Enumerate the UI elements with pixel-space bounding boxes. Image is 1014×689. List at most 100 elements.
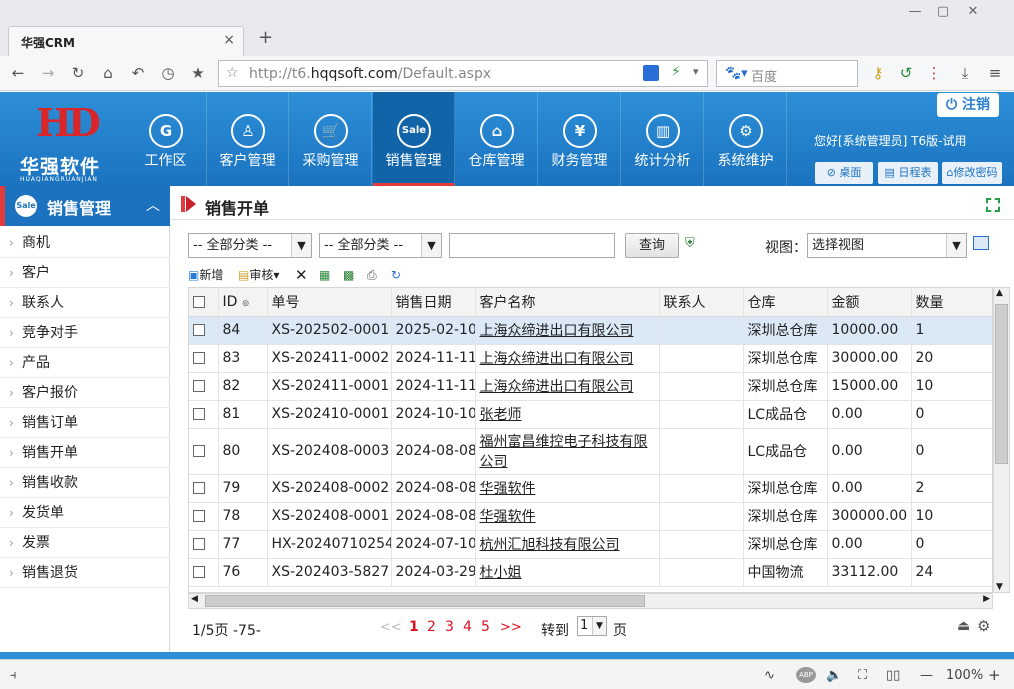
table-row[interactable]: 79 XS-202408-0002 2024-08-08 华强软件 深圳总仓库 0.00 2 [189, 474, 992, 503]
maximize-icon[interactable]: ▢ [932, 4, 954, 20]
url-dropdown-icon[interactable]: ▾ [693, 65, 699, 78]
import-icon[interactable]: ▦ [319, 266, 330, 284]
table-row[interactable]: 76 XS-202403-5827 2024-03-29 杜小姐 中国物流 33112.0… [189, 558, 992, 587]
sidebar-item[interactable]: › 商机 [0, 228, 169, 258]
row-checkbox[interactable] [193, 566, 205, 578]
split-view-icon[interactable]: ▯▯ [886, 668, 900, 683]
download-icon[interactable]: ⤓ [955, 64, 975, 82]
row-checkbox-cell[interactable] [189, 428, 219, 475]
speed-icon[interactable]: ⚡ [671, 64, 681, 80]
sidebar-item[interactable]: › 客户 [0, 258, 169, 288]
table-row[interactable]: 77 HX-20240710254 2024-07-10 杭州汇旭科技有限公司 深圳总仓… [189, 530, 992, 559]
table-row[interactable]: 80 XS-202408-0003 2024-08-08 福州富昌维控电子科技有限公司… [189, 428, 992, 475]
sidebar-item[interactable]: › 竞争对手 [0, 318, 169, 348]
col-header-customer[interactable]: 客户名称 [475, 288, 660, 317]
back-icon[interactable]: ← [8, 64, 28, 82]
nav-item-5[interactable]: ⌂ 仓库管理 [456, 92, 538, 186]
nav-item-4[interactable]: Sale 销售管理 [373, 92, 455, 186]
scroll-right-icon[interactable]: ▶ [983, 594, 990, 604]
row-checkbox-cell[interactable] [189, 474, 219, 503]
scroll-left-icon[interactable]: ◀ [191, 594, 198, 604]
change-password-button[interactable]: ⌂修改密码 [942, 162, 1002, 184]
row-checkbox-cell[interactable] [189, 316, 219, 345]
network-icon[interactable]: ∿ [764, 668, 775, 683]
sidebar-item[interactable]: › 发票 [0, 528, 169, 558]
zoom-level[interactable]: 100% [946, 668, 983, 683]
sidebar-item[interactable]: › 联系人 [0, 288, 169, 318]
grid-settings-icon[interactable]: ⚙ [977, 617, 990, 635]
forward-icon[interactable]: → [38, 64, 58, 82]
favorites-icon[interactable]: ★ [188, 64, 208, 82]
horizontal-scrollbar[interactable]: ◀ ▶ [188, 593, 993, 609]
row-checkbox-cell[interactable] [189, 372, 219, 401]
row-checkbox[interactable] [193, 352, 205, 364]
menu-icon[interactable]: ≡ [985, 64, 1005, 82]
customer-link[interactable]: 上海众缔进出口有限公司 [480, 379, 634, 395]
goto-page-select[interactable]: 1 ▼ [577, 616, 607, 636]
col-header-no[interactable]: 单号 [267, 288, 392, 317]
logout-button[interactable]: ⏻ 注销 [937, 93, 999, 117]
sidebar-item[interactable]: › 销售订单 [0, 408, 169, 438]
col-header-warehouse[interactable]: 仓库 [743, 288, 828, 317]
sidebar-item[interactable]: › 发货单 [0, 498, 169, 528]
scroll-up-icon[interactable]: ▲ [996, 288, 1003, 298]
sidebar-item[interactable]: › 销售开单 [0, 438, 169, 468]
sidebar-header[interactable]: Sale 销售管理 ︿ [0, 186, 170, 226]
customer-link[interactable]: 华强软件 [480, 509, 536, 525]
row-checkbox[interactable] [193, 324, 205, 336]
sidebar-item[interactable]: › 产品 [0, 348, 169, 378]
customer-link[interactable]: 上海众缔进出口有限公司 [480, 351, 634, 367]
collapse-icon[interactable]: ︿ [146, 195, 160, 215]
pager-page-4[interactable]: 4 [463, 619, 472, 635]
col-header-date[interactable]: 销售日期 [391, 288, 476, 317]
key-icon[interactable]: ⚷ [868, 64, 888, 82]
refresh-grid-icon[interactable]: ↻ [391, 266, 401, 284]
print-icon[interactable]: ⎙ [367, 266, 377, 284]
vertical-scrollbar[interactable]: ▲ ▼ [993, 287, 1010, 593]
undo-icon[interactable]: ↶ [128, 64, 148, 82]
sidebar-toggle-icon[interactable]: ⫞ [10, 668, 17, 683]
select-all-checkbox[interactable] [193, 295, 205, 308]
table-row[interactable]: 83 XS-202411-0002 2024-11-11 上海众缔进出口有限公司 深圳总… [189, 344, 992, 373]
close-window-icon[interactable]: ✕ [962, 4, 984, 20]
extension-icon[interactable]: ⋮ [924, 64, 944, 82]
pager-page-5[interactable]: 5 [481, 619, 490, 635]
customer-link[interactable]: 上海众缔进出口有限公司 [480, 323, 634, 339]
sidebar-item[interactable]: › 客户报价 [0, 378, 169, 408]
pager-page-3[interactable]: 3 [445, 619, 454, 635]
search-box[interactable]: 🐾▾ 百度 [716, 60, 858, 87]
col-header-amount[interactable]: 金额 [827, 288, 912, 317]
row-checkbox-cell[interactable] [189, 502, 219, 531]
home-icon[interactable]: ⌂ [98, 64, 118, 82]
delete-icon[interactable]: ✕ [295, 266, 308, 284]
sound-icon[interactable]: 🔈 [826, 668, 842, 683]
pager-next[interactable]: >> [500, 620, 522, 635]
sidebar-item[interactable]: › 销售退货 [0, 558, 169, 588]
pager-page-2[interactable]: 2 [427, 619, 436, 635]
row-checkbox[interactable] [193, 538, 205, 550]
new-tab-icon[interactable]: + [258, 27, 273, 48]
col-header-qty[interactable]: 数量 [911, 288, 992, 317]
customer-link[interactable]: 杭州汇旭科技有限公司 [480, 537, 620, 553]
minimize-icon[interactable]: — [904, 4, 926, 20]
col-header-id[interactable]: ID ⊚ [218, 288, 268, 317]
sidebar-item[interactable]: › 销售收款 [0, 468, 169, 498]
customer-link[interactable]: 华强软件 [480, 481, 536, 497]
zoom-out-icon[interactable]: — [920, 668, 933, 683]
new-button[interactable]: ▣新增 [188, 266, 223, 284]
schedule-button[interactable]: ▤ 日程表 [878, 162, 938, 184]
search-input[interactable] [449, 233, 615, 258]
screenshot-icon[interactable]: ⛶ [858, 668, 867, 683]
history-icon[interactable]: ◷ [158, 64, 178, 82]
nav-item-1[interactable]: G 工作区 [125, 92, 207, 186]
bookmark-star-icon[interactable]: ☆ [226, 65, 239, 81]
row-checkbox-cell[interactable] [189, 530, 219, 559]
baidu-icon[interactable]: 🐾▾ [725, 66, 748, 81]
table-row[interactable]: 78 XS-202408-0001 2024-08-08 华强软件 深圳总仓库 30000… [189, 502, 992, 531]
row-checkbox[interactable] [193, 380, 205, 392]
vertical-scroll-thumb[interactable] [995, 304, 1008, 464]
row-checkbox[interactable] [193, 445, 205, 457]
row-checkbox-cell[interactable] [189, 344, 219, 373]
zoom-in-icon[interactable]: + [988, 666, 1001, 684]
row-checkbox[interactable] [193, 408, 205, 420]
